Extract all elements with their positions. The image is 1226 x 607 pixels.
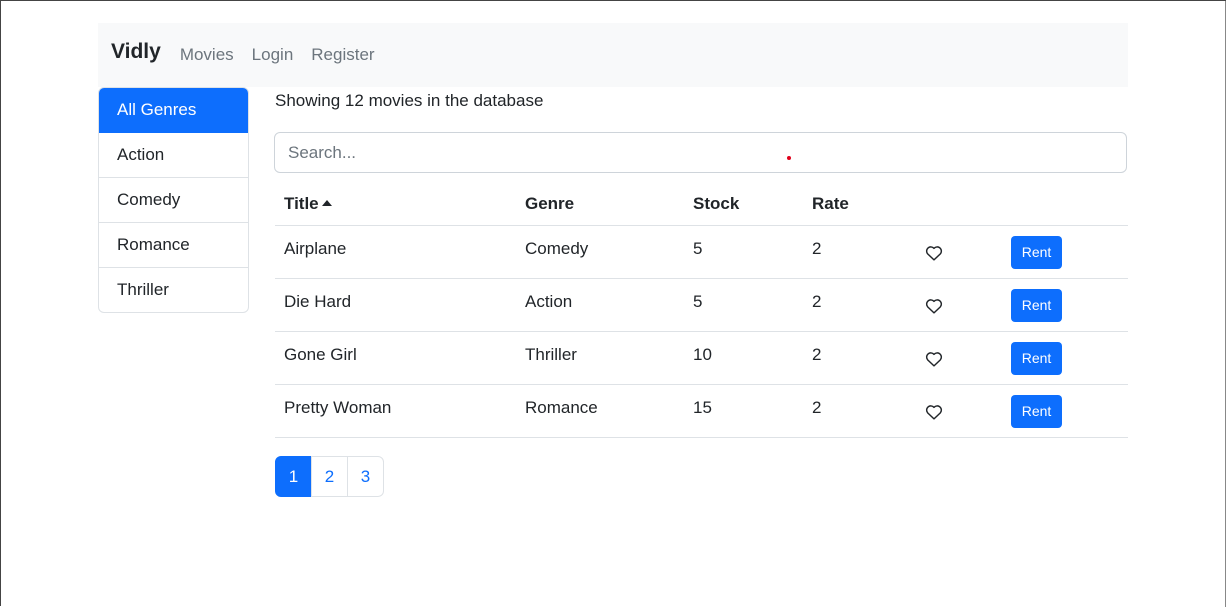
column-header-genre[interactable]: Genre	[516, 182, 684, 226]
cell-rate: 2	[803, 278, 914, 332]
genre-item-all-genres[interactable]: All Genres	[99, 88, 248, 133]
movies-table: Title Genre Stock Rate Airplane Comedy 5…	[275, 182, 1128, 438]
cell-like	[914, 278, 1002, 332]
navbar: Vidly Movies Login Register	[98, 23, 1128, 87]
cell-title: Pretty Woman	[275, 384, 516, 438]
cell-genre: Action	[516, 278, 684, 332]
app-page: { "navbar": { "brand": "Vidly", "links":…	[0, 0, 1226, 607]
cell-like	[914, 331, 1002, 385]
genre-item-thriller[interactable]: Thriller	[99, 268, 248, 312]
cell-title: Die Hard	[275, 278, 516, 332]
table-header-row: Title Genre Stock Rate	[275, 182, 1128, 226]
cell-action: Rent	[1002, 384, 1128, 438]
rent-button[interactable]: Rent	[1011, 341, 1062, 375]
column-header-title[interactable]: Title	[275, 182, 516, 226]
genre-list: All Genres Action Comedy Romance Thrille…	[98, 87, 249, 313]
search-input[interactable]	[274, 132, 1127, 173]
cell-rate: 2	[803, 384, 914, 438]
heart-outline-icon[interactable]	[925, 351, 943, 367]
genre-item-romance[interactable]: Romance	[99, 223, 248, 268]
cell-stock: 15	[684, 384, 803, 438]
rent-button[interactable]: Rent	[1011, 235, 1062, 269]
cursor-dot	[787, 156, 791, 160]
movie-count-text: Showing 12 movies in the database	[275, 91, 544, 110]
cell-title: Airplane	[275, 225, 516, 279]
rent-button[interactable]: Rent	[1011, 394, 1062, 428]
rent-button[interactable]: Rent	[1011, 288, 1062, 322]
cell-rate: 2	[803, 331, 914, 385]
table-row: Gone Girl Thriller 10 2 Rent	[275, 331, 1128, 385]
cell-action: Rent	[1002, 331, 1128, 385]
cell-genre: Comedy	[516, 225, 684, 279]
heart-outline-icon[interactable]	[925, 298, 943, 314]
column-header-action	[1002, 182, 1128, 226]
table-row: Die Hard Action 5 2 Rent	[275, 278, 1128, 332]
genre-item-action[interactable]: Action	[99, 133, 248, 178]
caret-up-icon	[321, 199, 332, 206]
page-link-1[interactable]: 1	[275, 456, 312, 497]
cell-title: Gone Girl	[275, 331, 516, 385]
page-link-2[interactable]: 2	[311, 456, 348, 497]
heart-outline-icon[interactable]	[925, 245, 943, 261]
table-row: Airplane Comedy 5 2 Rent	[275, 225, 1128, 279]
column-header-label: Title	[284, 193, 319, 213]
page-link-3[interactable]: 3	[347, 456, 384, 497]
nav-link-register[interactable]: Register	[311, 45, 374, 65]
column-header-rate[interactable]: Rate	[803, 182, 914, 226]
cell-stock: 5	[684, 225, 803, 279]
cell-action: Rent	[1002, 278, 1128, 332]
column-header-like	[914, 182, 1002, 226]
cell-like	[914, 225, 1002, 279]
cell-rate: 2	[803, 225, 914, 279]
cell-like	[914, 384, 1002, 438]
pagination: 1 2 3	[275, 456, 384, 497]
cell-genre: Thriller	[516, 331, 684, 385]
cell-genre: Romance	[516, 384, 684, 438]
genre-item-comedy[interactable]: Comedy	[99, 178, 248, 223]
table-row: Pretty Woman Romance 15 2 Rent	[275, 384, 1128, 438]
cell-stock: 10	[684, 331, 803, 385]
cell-action: Rent	[1002, 225, 1128, 279]
nav-link-movies[interactable]: Movies	[180, 45, 234, 65]
column-header-stock[interactable]: Stock	[684, 182, 803, 226]
heart-outline-icon[interactable]	[925, 404, 943, 420]
nav-link-login[interactable]: Login	[252, 45, 294, 65]
brand-logo[interactable]: Vidly	[111, 40, 161, 64]
cell-stock: 5	[684, 278, 803, 332]
